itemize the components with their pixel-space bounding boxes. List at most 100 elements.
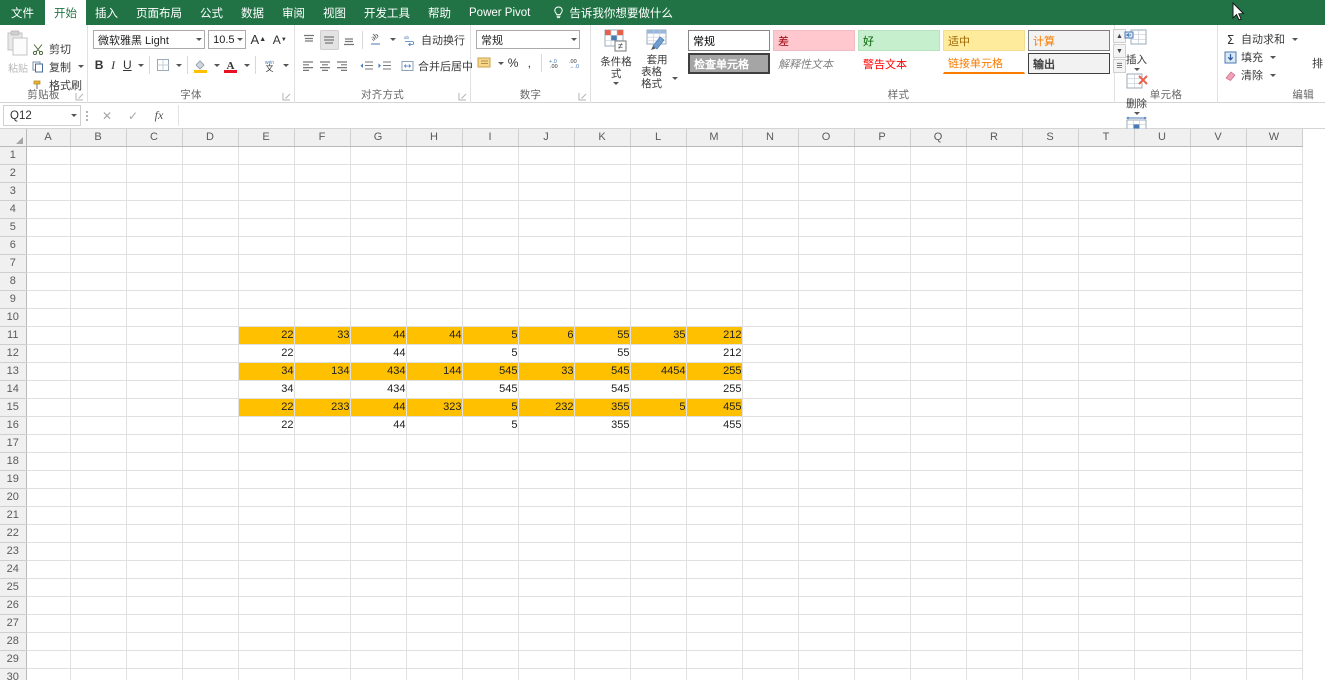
orientation-button[interactable]: ab (367, 30, 386, 50)
cell-E25[interactable] (238, 578, 294, 596)
cell-Q4[interactable] (910, 200, 966, 218)
cell-W26[interactable] (1246, 596, 1302, 614)
cell-I16[interactable]: 5 (462, 416, 518, 434)
cell-F4[interactable] (294, 200, 350, 218)
cell-T28[interactable] (1078, 632, 1134, 650)
cell-L16[interactable] (630, 416, 686, 434)
cell-G8[interactable] (350, 272, 406, 290)
cell-B27[interactable] (70, 614, 126, 632)
cell-C5[interactable] (126, 218, 182, 236)
row-header-13[interactable]: 13 (0, 362, 26, 380)
cell-L30[interactable] (630, 668, 686, 680)
style-output[interactable]: 输出 (1028, 53, 1110, 74)
cell-J26[interactable] (518, 596, 574, 614)
cell-D24[interactable] (182, 560, 238, 578)
formula-bar-grip[interactable] (86, 109, 89, 123)
row-header-23[interactable]: 23 (0, 542, 26, 560)
cell-I23[interactable] (462, 542, 518, 560)
row-header-20[interactable]: 20 (0, 488, 26, 506)
cell-C7[interactable] (126, 254, 182, 272)
name-box[interactable]: Q12 (3, 105, 81, 126)
number-format-combo[interactable]: 常规 (476, 30, 580, 49)
cell-N2[interactable] (742, 164, 798, 182)
cell-C1[interactable] (126, 146, 182, 164)
cell-A12[interactable] (26, 344, 70, 362)
cell-J20[interactable] (518, 488, 574, 506)
cell-J4[interactable] (518, 200, 574, 218)
cell-G29[interactable] (350, 650, 406, 668)
cell-L15[interactable]: 5 (630, 398, 686, 416)
cell-Q13[interactable] (910, 362, 966, 380)
column-header-C[interactable]: C (126, 129, 182, 146)
cell-U13[interactable] (1134, 362, 1190, 380)
cell-V2[interactable] (1190, 164, 1246, 182)
cell-O23[interactable] (798, 542, 854, 560)
cell-Q17[interactable] (910, 434, 966, 452)
cell-P12[interactable] (854, 344, 910, 362)
cell-U1[interactable] (1134, 146, 1190, 164)
cell-I5[interactable] (462, 218, 518, 236)
column-header-D[interactable]: D (182, 129, 238, 146)
cell-N8[interactable] (742, 272, 798, 290)
style-warning-text[interactable]: 警告文本 (858, 53, 940, 74)
cell-R19[interactable] (966, 470, 1022, 488)
cell-U25[interactable] (1134, 578, 1190, 596)
cell-R22[interactable] (966, 524, 1022, 542)
cell-C16[interactable] (126, 416, 182, 434)
cell-B15[interactable] (70, 398, 126, 416)
cell-C21[interactable] (126, 506, 182, 524)
cell-A10[interactable] (26, 308, 70, 326)
cell-H24[interactable] (406, 560, 462, 578)
cell-K5[interactable] (574, 218, 630, 236)
cell-P22[interactable] (854, 524, 910, 542)
cell-N26[interactable] (742, 596, 798, 614)
cell-A11[interactable] (26, 326, 70, 344)
cell-R13[interactable] (966, 362, 1022, 380)
cell-P24[interactable] (854, 560, 910, 578)
cell-M1[interactable] (686, 146, 742, 164)
cell-U7[interactable] (1134, 254, 1190, 272)
cell-I11[interactable]: 5 (462, 326, 518, 344)
cell-W4[interactable] (1246, 200, 1302, 218)
cell-D8[interactable] (182, 272, 238, 290)
cell-T26[interactable] (1078, 596, 1134, 614)
column-header-I[interactable]: I (462, 129, 518, 146)
cell-F7[interactable] (294, 254, 350, 272)
cell-O7[interactable] (798, 254, 854, 272)
tab-view[interactable]: 视图 (314, 0, 355, 25)
cell-A28[interactable] (26, 632, 70, 650)
cell-A4[interactable] (26, 200, 70, 218)
cell-J8[interactable] (518, 272, 574, 290)
cell-P9[interactable] (854, 290, 910, 308)
cell-N16[interactable] (742, 416, 798, 434)
cell-N25[interactable] (742, 578, 798, 596)
style-explanatory-text[interactable]: 解释性文本 (773, 53, 855, 74)
cell-N12[interactable] (742, 344, 798, 362)
bold-button[interactable]: B (93, 55, 105, 75)
cell-E1[interactable] (238, 146, 294, 164)
cell-G13[interactable]: 434 (350, 362, 406, 380)
cell-A18[interactable] (26, 452, 70, 470)
cell-Q22[interactable] (910, 524, 966, 542)
cell-T16[interactable] (1078, 416, 1134, 434)
cell-M22[interactable] (686, 524, 742, 542)
cell-P23[interactable] (854, 542, 910, 560)
cell-A5[interactable] (26, 218, 70, 236)
cell-B14[interactable] (70, 380, 126, 398)
cell-D3[interactable] (182, 182, 238, 200)
cell-P27[interactable] (854, 614, 910, 632)
name-box-dropdown-icon[interactable] (71, 114, 77, 117)
cell-V29[interactable] (1190, 650, 1246, 668)
cell-Q30[interactable] (910, 668, 966, 680)
cell-H29[interactable] (406, 650, 462, 668)
cell-K27[interactable] (574, 614, 630, 632)
cell-U27[interactable] (1134, 614, 1190, 632)
cell-U6[interactable] (1134, 236, 1190, 254)
cell-I15[interactable]: 5 (462, 398, 518, 416)
cell-E20[interactable] (238, 488, 294, 506)
cell-Q9[interactable] (910, 290, 966, 308)
cell-L29[interactable] (630, 650, 686, 668)
cell-W1[interactable] (1246, 146, 1302, 164)
cell-Q24[interactable] (910, 560, 966, 578)
cell-A26[interactable] (26, 596, 70, 614)
